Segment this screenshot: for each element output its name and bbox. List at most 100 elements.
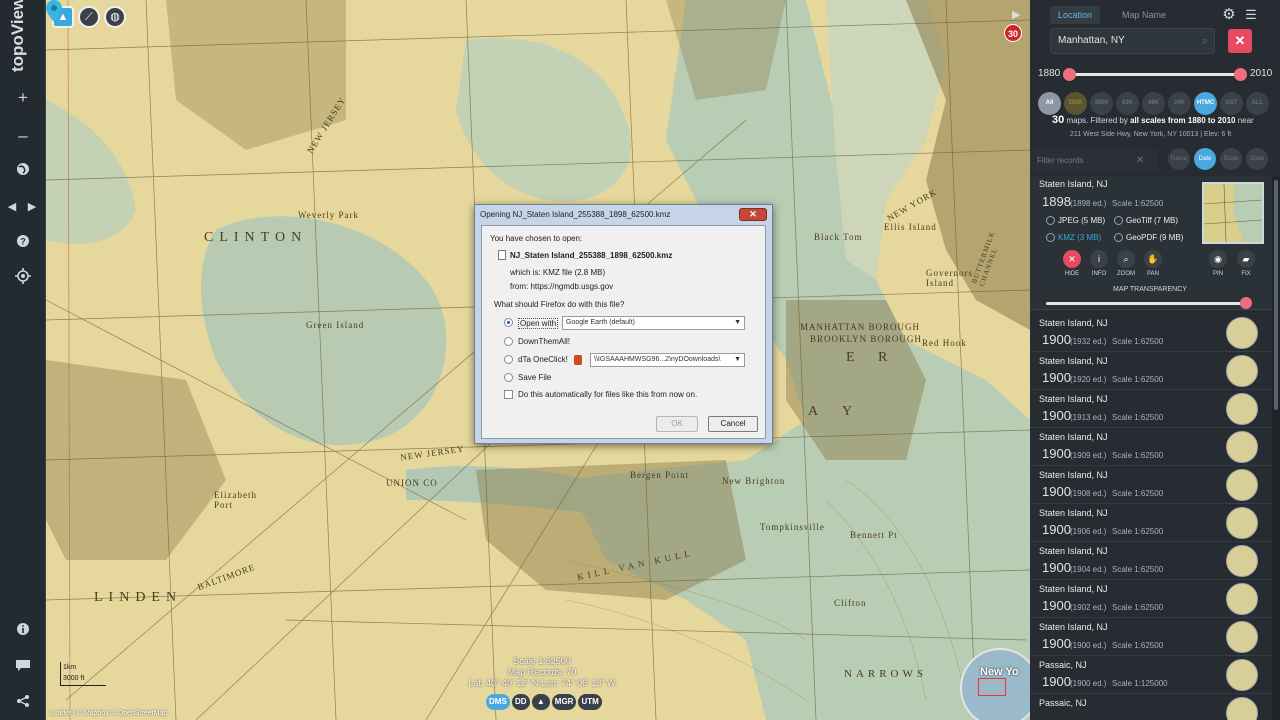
download-geotiff[interactable]: GeoTiff (7 MB) (1114, 216, 1178, 226)
location-pin-icon[interactable] (46, 0, 62, 22)
location-input[interactable]: Manhattan, NY ⌕ (1050, 28, 1215, 54)
scale-24k[interactable]: 24K (1168, 92, 1191, 115)
chat-icon[interactable] (9, 653, 37, 681)
dta-oneclick-radio[interactable] (504, 355, 513, 364)
selected-record[interactable]: Staten Island, NJ 1898 (1898 ed.) Scale … (1030, 176, 1272, 310)
list-item[interactable]: Staten Island, NJ 1900 (1906 ed.) Scale 1:6… (1030, 504, 1272, 542)
search-icon[interactable]: ⌕ (1202, 29, 1208, 53)
gear-icon[interactable]: ⚙ (1220, 6, 1238, 24)
year-max-handle[interactable] (1234, 68, 1247, 81)
globe-layer-icon[interactable]: ◍ (104, 6, 126, 28)
scale-ust[interactable]: UST (1220, 92, 1243, 115)
sort-state[interactable]: State (1246, 148, 1268, 170)
share-icon[interactable] (9, 689, 37, 717)
list-item[interactable]: Staten Island, NJ 1900 (1909 ed.) Scale 1:6… (1030, 428, 1272, 466)
list-item[interactable]: Staten Island, NJ 1900 (1908 ed.) Scale 1:6… (1030, 466, 1272, 504)
record-thumbnail[interactable] (1226, 621, 1258, 653)
fix-tool[interactable]: ▰ FIX (1234, 250, 1258, 277)
record-thumbnail[interactable] (1226, 355, 1258, 387)
cancel-button[interactable]: Cancel (708, 416, 758, 432)
locate-icon[interactable] (9, 265, 37, 293)
scrollbar-thumb[interactable] (1274, 180, 1278, 410)
info-icon[interactable] (9, 617, 37, 645)
sliders-icon[interactable]: ☰ (1242, 6, 1260, 24)
map-attribution[interactable]: Leaflet | © Mapbox © OpenStreetMap (46, 710, 1030, 720)
dialog-close-button[interactable]: ✕ (739, 208, 767, 221)
zoom-tool[interactable]: ⌕ ZOOM (1114, 250, 1138, 277)
list-item[interactable]: Staten Island, NJ 1900 (1902 ed.) Scale 1:6… (1030, 580, 1272, 618)
open-with-select[interactable]: Google Earth (default) ▼ (562, 316, 745, 330)
tab-location[interactable]: Location (1050, 6, 1101, 24)
record-thumbnail[interactable] (1226, 393, 1258, 425)
panel-toggle-icon[interactable]: ▶ (1012, 8, 1020, 21)
download-kmz[interactable]: KMZ (3 MB) (1046, 233, 1101, 243)
list-item[interactable]: Passaic, NJ (1030, 694, 1272, 720)
dta-oneclick-label[interactable]: dTa OneClick! (518, 355, 568, 364)
sort-name[interactable]: Name (1168, 148, 1190, 170)
download-jpeg[interactable]: JPEG (5 MB) (1046, 216, 1105, 226)
fix-label: FIX (1241, 271, 1251, 277)
list-item[interactable]: Passaic, NJ 1900 (1900 ed.) Scale 1:125000 (1030, 656, 1272, 694)
list-item[interactable]: Staten Island, NJ 1900 (1900 ed.) Scale 1:6… (1030, 618, 1272, 656)
chevron-right-icon[interactable]: ▶ (22, 193, 42, 221)
transparency-slider[interactable] (1046, 302, 1250, 305)
year-range-track[interactable] (1068, 73, 1240, 76)
auto-action-label[interactable]: Do this automatically for files like thi… (518, 390, 697, 399)
chip-utm[interactable]: UTM (578, 694, 602, 710)
scale-63k[interactable]: 63K (1116, 92, 1139, 115)
record-thumbnail[interactable] (1226, 469, 1258, 501)
pan-tool[interactable]: ✋ PAN (1141, 250, 1165, 277)
record-thumbnail[interactable] (1226, 697, 1258, 720)
road-icon[interactable]: ⟋ (78, 6, 100, 28)
list-item[interactable]: Staten Island, NJ 1900 (1920 ed.) Scale 1:6… (1030, 352, 1272, 390)
record-thumbnail[interactable] (1226, 431, 1258, 463)
list-item[interactable]: Staten Island, NJ 1900 (1904 ed.) Scale 1:6… (1030, 542, 1272, 580)
globe-icon[interactable] (9, 157, 37, 185)
close-icon[interactable]: ✕ (1136, 150, 1150, 172)
downthemall-radio[interactable] (504, 337, 513, 346)
record-thumbnail[interactable] (1226, 659, 1258, 691)
scale-100k[interactable]: 100K (1090, 92, 1113, 115)
list-item[interactable]: Staten Island, NJ 1900 (1913 ed.) Scale 1:6… (1030, 390, 1272, 428)
chip-dd[interactable]: DD (511, 694, 530, 710)
record-thumbnail[interactable] (1226, 317, 1258, 349)
chevron-left-icon[interactable]: ◀ (2, 193, 22, 221)
downthemall-label[interactable]: DownThemAll! (518, 337, 570, 346)
scale-48k[interactable]: 48K (1142, 92, 1165, 115)
record-thumbnail[interactable] (1226, 507, 1258, 539)
save-file-label[interactable]: Save File (518, 373, 551, 382)
clear-location-button[interactable]: ✕ (1228, 29, 1252, 53)
info-tool[interactable]: i INFO (1087, 250, 1111, 277)
record-count-badge[interactable]: 30 (1004, 24, 1022, 42)
record-thumbnail[interactable] (1202, 182, 1264, 244)
chip-dms[interactable]: DMS (486, 694, 510, 710)
hide-tool[interactable]: ✕ HIDE (1060, 250, 1084, 277)
dta-path-select[interactable]: \\IGSAAAHMWSG96...2\nyDOownloads\ ▼ (590, 353, 745, 367)
scale-htmc[interactable]: HTMC (1194, 92, 1217, 115)
record-list-scrollbar[interactable] (1272, 176, 1280, 720)
list-item[interactable]: Staten Island, NJ 1900 (1932 ed.) Scale 1:6… (1030, 314, 1272, 352)
ok-button[interactable]: OK (656, 416, 698, 432)
chip-mgr[interactable]: MGR (551, 694, 577, 710)
pin-tool[interactable]: ◉ PIN (1206, 250, 1230, 277)
scale-250k[interactable]: 250K (1064, 92, 1087, 115)
sort-date[interactable]: Date (1194, 148, 1216, 170)
chip-elevation[interactable]: ▲ (531, 694, 550, 710)
record-thumbnail[interactable] (1226, 545, 1258, 577)
zoom-out-button[interactable]: – (9, 122, 37, 150)
help-icon[interactable]: ? (9, 229, 37, 257)
scale-all[interactable]: All (1038, 92, 1061, 115)
sort-scale[interactable]: Scale (1220, 148, 1242, 170)
dialog-title[interactable]: Opening NJ_Staten Island_255388_1898_625… (475, 205, 772, 225)
download-geopdf[interactable]: GeoPDF (9 MB) (1114, 233, 1183, 243)
transparency-handle[interactable] (1240, 297, 1252, 309)
open-with-radio[interactable] (504, 318, 513, 327)
record-thumbnail[interactable] (1226, 583, 1258, 615)
year-min-handle[interactable] (1063, 68, 1076, 81)
open-with-label[interactable]: Open with (518, 318, 559, 329)
tab-map-name[interactable]: Map Name (1114, 6, 1174, 24)
scale-all-2[interactable]: ALL (1246, 92, 1269, 115)
save-file-radio[interactable] (504, 373, 513, 382)
zoom-in-button[interactable]: + (9, 84, 37, 112)
auto-action-checkbox[interactable] (504, 390, 513, 399)
